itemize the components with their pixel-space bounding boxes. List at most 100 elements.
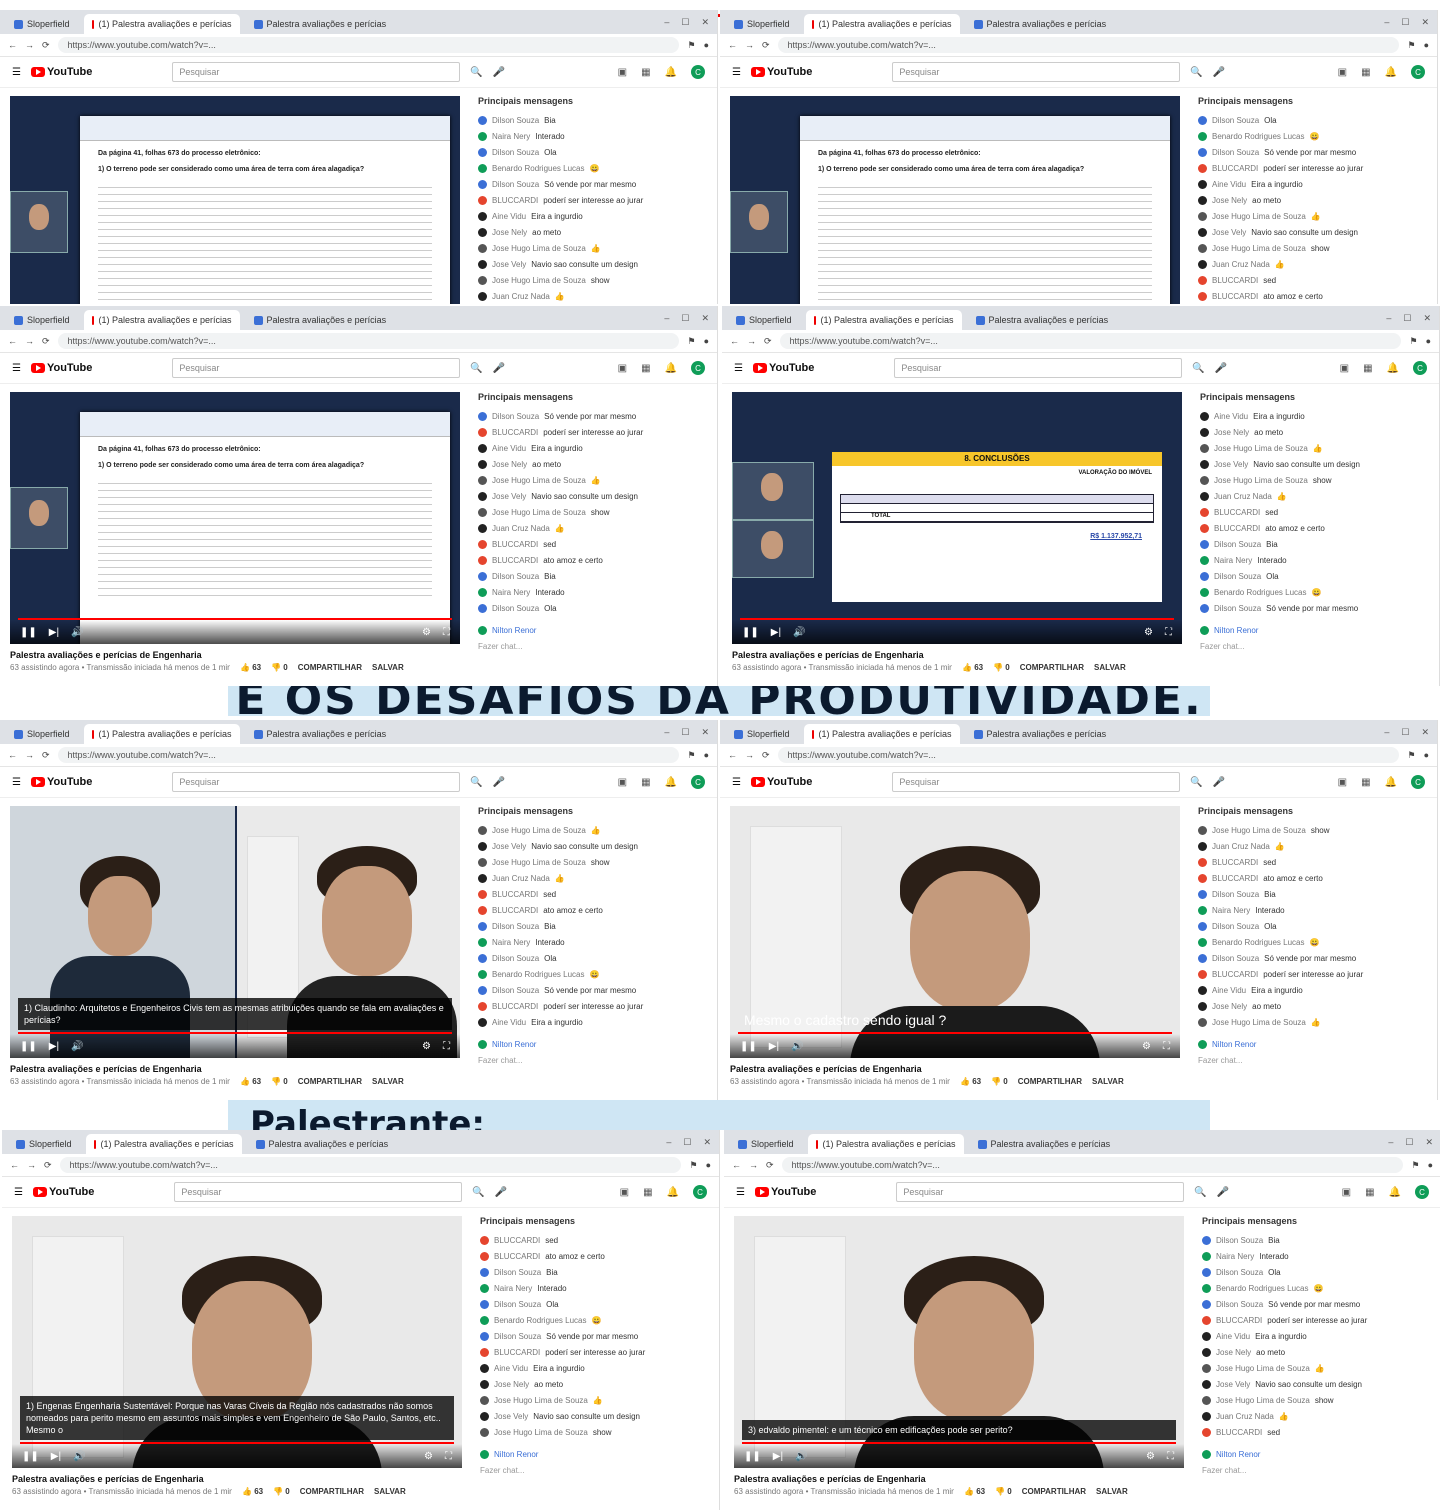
tab-search[interactable]: Sloperfield xyxy=(6,14,78,34)
pause-icon[interactable]: ❚❚ xyxy=(744,1451,761,1462)
chat-header[interactable]: Principais mensagens xyxy=(1198,96,1410,106)
video-player[interactable]: Da página 41, folhas 673 do processo ele… xyxy=(730,96,1180,304)
maximize-icon[interactable]: ☐ xyxy=(1405,1137,1413,1148)
tab-search[interactable]: Sloperfield xyxy=(8,1134,80,1154)
video-player[interactable]: Mesmo o cadastro sendo igual ? ❚❚ ▶| 🔊 ⚙ ⛶ xyxy=(730,806,1180,1058)
menu-icon[interactable]: ☰ xyxy=(734,363,743,374)
share-button[interactable]: COMPARTILHAR xyxy=(1022,1487,1086,1496)
chat-input[interactable]: Fazer chat... xyxy=(1198,1052,1410,1068)
apps-icon[interactable]: ▦ xyxy=(641,67,650,78)
forward-icon[interactable]: → xyxy=(745,40,754,50)
close-icon[interactable]: ✕ xyxy=(701,313,709,324)
pause-icon[interactable]: ❚❚ xyxy=(740,1041,757,1052)
mic-icon[interactable]: 🎤 xyxy=(1213,67,1225,78)
search-icon[interactable]: 🔍 xyxy=(472,1187,484,1198)
save-button[interactable]: SALVAR xyxy=(1094,663,1126,672)
like-button[interactable]: 👍 63 xyxy=(240,663,261,672)
tab-other[interactable]: Palestra avaliações e perícias xyxy=(968,310,1117,330)
fullscreen-icon[interactable]: ⛶ xyxy=(1165,627,1172,638)
extension-icon[interactable]: ⚑ xyxy=(687,336,695,347)
close-icon[interactable]: ✕ xyxy=(703,1137,711,1148)
dislike-button[interactable]: 👎 0 xyxy=(273,1487,290,1496)
profile-icon[interactable]: ● xyxy=(704,750,709,760)
next-icon[interactable]: ▶| xyxy=(49,1041,59,1052)
youtube-logo[interactable]: YouTube xyxy=(30,776,92,788)
search-icon[interactable]: 🔍 xyxy=(1194,1187,1206,1198)
chat-header[interactable]: Principais mensagens xyxy=(1202,1216,1414,1226)
avatar[interactable]: C xyxy=(1415,1185,1429,1199)
create-icon[interactable]: ▣ xyxy=(1342,1187,1351,1198)
chat-input[interactable]: Fazer chat... xyxy=(478,638,690,654)
minimize-icon[interactable]: – xyxy=(1384,727,1389,738)
close-icon[interactable]: ✕ xyxy=(1421,17,1429,28)
next-icon[interactable]: ▶| xyxy=(773,1451,783,1462)
search-icon[interactable]: 🔍 xyxy=(1190,777,1202,788)
back-icon[interactable]: ← xyxy=(730,336,739,346)
profile-icon[interactable]: ● xyxy=(1428,1160,1433,1170)
create-icon[interactable]: ▣ xyxy=(1340,363,1349,374)
video-player[interactable]: 1) Claudinho: Arquitetos e Engenheiros C… xyxy=(10,806,460,1058)
youtube-logo[interactable]: YouTube xyxy=(752,362,814,374)
forward-icon[interactable]: → xyxy=(747,336,756,346)
chat-input-row[interactable]: Nilton Renor xyxy=(480,1446,692,1462)
dislike-button[interactable]: 👎 0 xyxy=(995,1487,1012,1496)
maximize-icon[interactable]: ☐ xyxy=(1403,313,1411,324)
avatar[interactable]: C xyxy=(693,1185,707,1199)
save-button[interactable]: SALVAR xyxy=(1092,1077,1124,1086)
volume-icon[interactable]: 🔊 xyxy=(793,627,805,638)
mic-icon[interactable]: 🎤 xyxy=(493,363,505,374)
tab-video[interactable]: (1) Palestra avaliações e perícias xyxy=(803,14,960,34)
menu-icon[interactable]: ☰ xyxy=(12,363,21,374)
tab-video[interactable]: (1) Palestra avaliações e perícias xyxy=(83,14,240,34)
fullscreen-icon[interactable]: ⛶ xyxy=(1163,1041,1170,1052)
chat-input-row[interactable]: Nilton Renor xyxy=(1202,1446,1414,1462)
notifications-icon[interactable]: 🔔 xyxy=(1385,67,1397,78)
forward-icon[interactable]: → xyxy=(27,1160,36,1170)
chat-input[interactable]: Fazer chat... xyxy=(1200,638,1412,654)
maximize-icon[interactable]: ☐ xyxy=(681,313,689,324)
minimize-icon[interactable]: – xyxy=(666,1137,671,1148)
settings-icon[interactable]: ⚙ xyxy=(1142,1041,1151,1052)
reload-icon[interactable]: ⟳ xyxy=(764,336,772,347)
back-icon[interactable]: ← xyxy=(8,336,17,346)
apps-icon[interactable]: ▦ xyxy=(641,363,650,374)
minimize-icon[interactable]: – xyxy=(664,727,669,738)
youtube-logo[interactable]: YouTube xyxy=(32,1186,94,1198)
back-icon[interactable]: ← xyxy=(728,750,737,760)
create-icon[interactable]: ▣ xyxy=(618,363,627,374)
back-icon[interactable]: ← xyxy=(728,40,737,50)
search-icon[interactable]: 🔍 xyxy=(470,67,482,78)
chat-input-row[interactable]: Nilton Renor xyxy=(478,622,690,638)
apps-icon[interactable]: ▦ xyxy=(641,777,650,788)
share-button[interactable]: COMPARTILHAR xyxy=(1018,1077,1082,1086)
chat-header[interactable]: Principais mensagens xyxy=(478,392,690,402)
video-player[interactable]: 8. CONCLUSÕES VALORAÇÃO DO IMÓVEL TOTAL R$ … xyxy=(732,392,1182,644)
reload-icon[interactable]: ⟳ xyxy=(766,1160,774,1171)
chat-header[interactable]: Principais mensagens xyxy=(480,1216,692,1226)
notifications-icon[interactable]: 🔔 xyxy=(1385,777,1397,788)
chat-input-row[interactable]: Nilton Renor xyxy=(1198,1036,1410,1052)
dislike-button[interactable]: 👎 0 xyxy=(271,1077,288,1086)
notifications-icon[interactable]: 🔔 xyxy=(665,777,677,788)
tab-search[interactable]: Sloperfield xyxy=(726,14,798,34)
avatar[interactable]: C xyxy=(691,361,705,375)
notifications-icon[interactable]: 🔔 xyxy=(667,1187,679,1198)
extension-icon[interactable]: ⚑ xyxy=(687,40,695,51)
extension-icon[interactable]: ⚑ xyxy=(1409,336,1417,347)
like-button[interactable]: 👍 63 xyxy=(962,663,983,672)
url-field[interactable]: https://www.youtube.com/watch?v=... xyxy=(777,747,1400,763)
menu-icon[interactable]: ☰ xyxy=(732,777,741,788)
next-icon[interactable]: ▶| xyxy=(769,1041,779,1052)
chat-header[interactable]: Principais mensagens xyxy=(478,96,690,106)
apps-icon[interactable]: ▦ xyxy=(1365,1187,1374,1198)
like-button[interactable]: 👍 63 xyxy=(240,1077,261,1086)
search-input[interactable]: Pesquisar xyxy=(174,1182,463,1202)
settings-icon[interactable]: ⚙ xyxy=(422,1041,431,1052)
search-input[interactable]: Pesquisar xyxy=(894,358,1183,378)
tab-other[interactable]: Palestra avaliações e perícias xyxy=(248,1134,397,1154)
next-icon[interactable]: ▶| xyxy=(771,627,781,638)
reload-icon[interactable]: ⟳ xyxy=(762,40,770,51)
url-field[interactable]: https://www.youtube.com/watch?v=... xyxy=(59,1157,682,1173)
tab-other[interactable]: Palestra avaliações e perícias xyxy=(966,14,1115,34)
maximize-icon[interactable]: ☐ xyxy=(681,17,689,28)
